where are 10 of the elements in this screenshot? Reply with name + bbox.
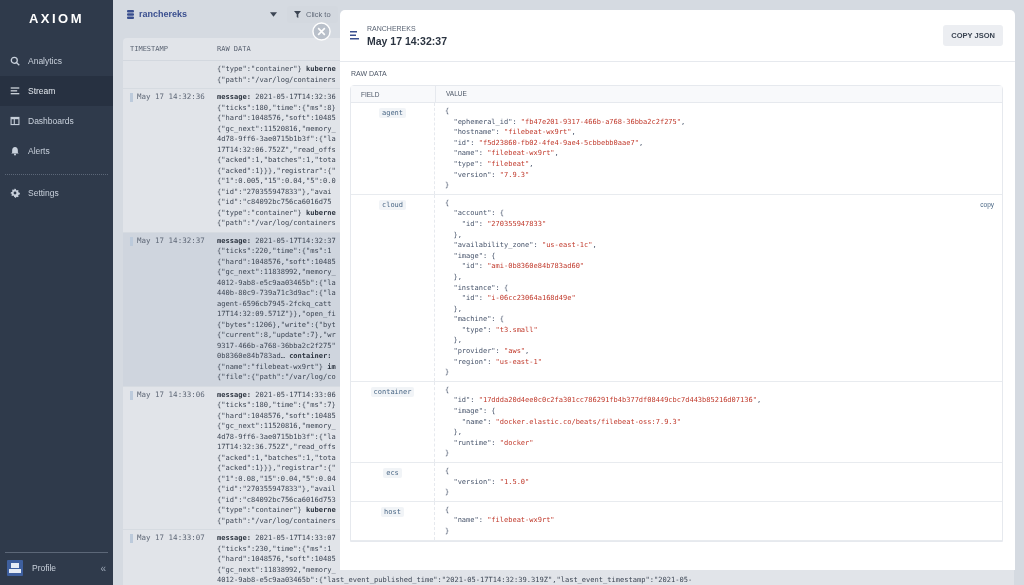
nav-item[interactable]: Alerts <box>0 136 113 166</box>
event-timestamp: May 17 14:32:37 <box>367 34 447 47</box>
collapse-button[interactable]: « <box>100 562 106 574</box>
dataset-selector[interactable]: ranchereks <box>127 9 277 19</box>
logo: AXIOM <box>28 11 85 26</box>
nav-item[interactable]: Analytics <box>0 46 113 76</box>
nav-item[interactable]: Settings <box>0 178 113 208</box>
nav-item[interactable]: Dashboards <box>0 106 113 136</box>
profile-link[interactable]: Profile <box>32 563 57 573</box>
nav-item[interactable]: Stream <box>0 76 113 106</box>
